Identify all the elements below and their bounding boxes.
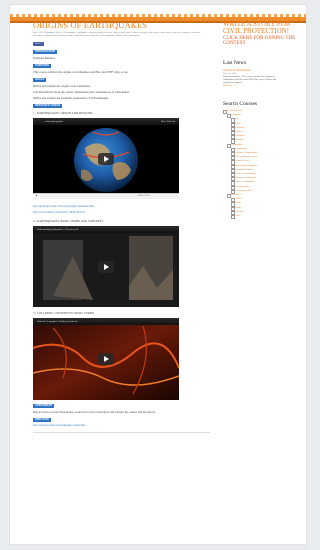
play-button-icon[interactable] (98, 152, 114, 165)
video-player-2[interactable]: Understanding Earthquakes - Discovery Ed (33, 226, 179, 307)
web-page-link[interactable]: http://civil-protection.org/earthquakes/… (33, 424, 210, 428)
post-title[interactable]: ORIGINS OF EARTHQUAKES (33, 21, 210, 30)
main-content: ORIGINS OF EARTHQUAKES July 1 2014 | Web… (33, 21, 210, 433)
play-control-icon[interactable]: ▶ (36, 195, 38, 197)
divider (33, 432, 210, 433)
page: ORIGINS OF EARTHQUAKES July 1 2014 | Web… (9, 4, 307, 545)
video-3-bar-title: National Geographic Colliding Continents (37, 320, 78, 323)
video-player-1[interactable]: nationalgeographic More Videos ▸ ▶ 00:00… (33, 118, 179, 199)
assignment-label: ASSIGNMENT (33, 404, 55, 408)
video-1-brand: nationalgeographic (45, 120, 64, 123)
search-courses-heading: Search Courses (223, 101, 258, 107)
video-3-top-bar: National Geographic Colliding Continents (33, 318, 179, 325)
video-2-top-bar: Understanding Earthquakes - Discovery Ed (33, 226, 179, 233)
video-2-title: 2 - EARTHQUAKES: BASIC TERMS AND CONCEPT… (33, 219, 104, 223)
video-player-3[interactable]: National Geographic Colliding Continents (33, 318, 179, 400)
post-categories: | filed in: 3 Earthquakes, earthquakes, … (33, 32, 201, 37)
video-1-controls[interactable]: ▶ 00:00 / 02:55 (33, 193, 179, 199)
video-3-title: 3 - COLLIDING CONTINENTS: BASIC TERMS (33, 311, 95, 315)
last-news-heading: Last News (223, 60, 247, 66)
goal-item: Define and explain the origins of an ear… (33, 84, 91, 88)
read-more-link[interactable]: Read more » (223, 84, 303, 87)
news-item-excerpt: Fabulous Builders. This course explores … (223, 75, 277, 84)
play-button-icon[interactable] (98, 353, 114, 365)
resource-link-2[interactable]: http://www.youtube.com/watch?v=3hdPrzyEV… (33, 211, 210, 215)
course-tree-item[interactable]: Quiz (231, 214, 303, 220)
video-2-bar-title: Understanding Earthquakes - Discovery Ed (37, 228, 79, 231)
post-author-link[interactable]: Webmaster (45, 32, 55, 34)
play-button-icon[interactable] (98, 260, 114, 273)
goal-item: Cite information about the causes, pheno… (33, 90, 131, 94)
video-1-title: 1 - EARTHQUAKES: ORIGIN AND REASONS (33, 111, 93, 115)
web-page-label: WEB PAGE (33, 418, 51, 422)
join-contest-link[interactable]: CLICK HERE FOR JOINING THE CONTEST (223, 36, 303, 46)
introduction-label: INTRODUCTION (33, 50, 57, 54)
more-videos-link[interactable]: More Videos ▸ (161, 118, 175, 125)
goals-label: GOALS (33, 78, 47, 82)
video-1-time: 00:00 / 02:55 (138, 195, 150, 197)
course-tree: Civil Protection Categories Fire Flood Lands… (223, 109, 303, 220)
sidebar: WRITE A STORY FOR CIVIL PROTECTION! CLIC… (223, 21, 303, 220)
video-1-top-bar: nationalgeographic More Videos ▸ (33, 118, 179, 125)
overview-label: OVERVIEW (33, 64, 51, 68)
resource-link-1[interactable]: http://geography.about.com/od/geography/… (33, 205, 210, 209)
resource-videos-label: RESOURCE VIDEOS (33, 104, 63, 108)
post-meta: July 1 2014 | Webmaster | filed in: 3 Ea… (33, 32, 210, 38)
post-date: July 1 2014 | (33, 32, 45, 34)
write-story-cta-title[interactable]: WRITE A STORY FOR CIVIL PROTECTION! (223, 21, 303, 35)
